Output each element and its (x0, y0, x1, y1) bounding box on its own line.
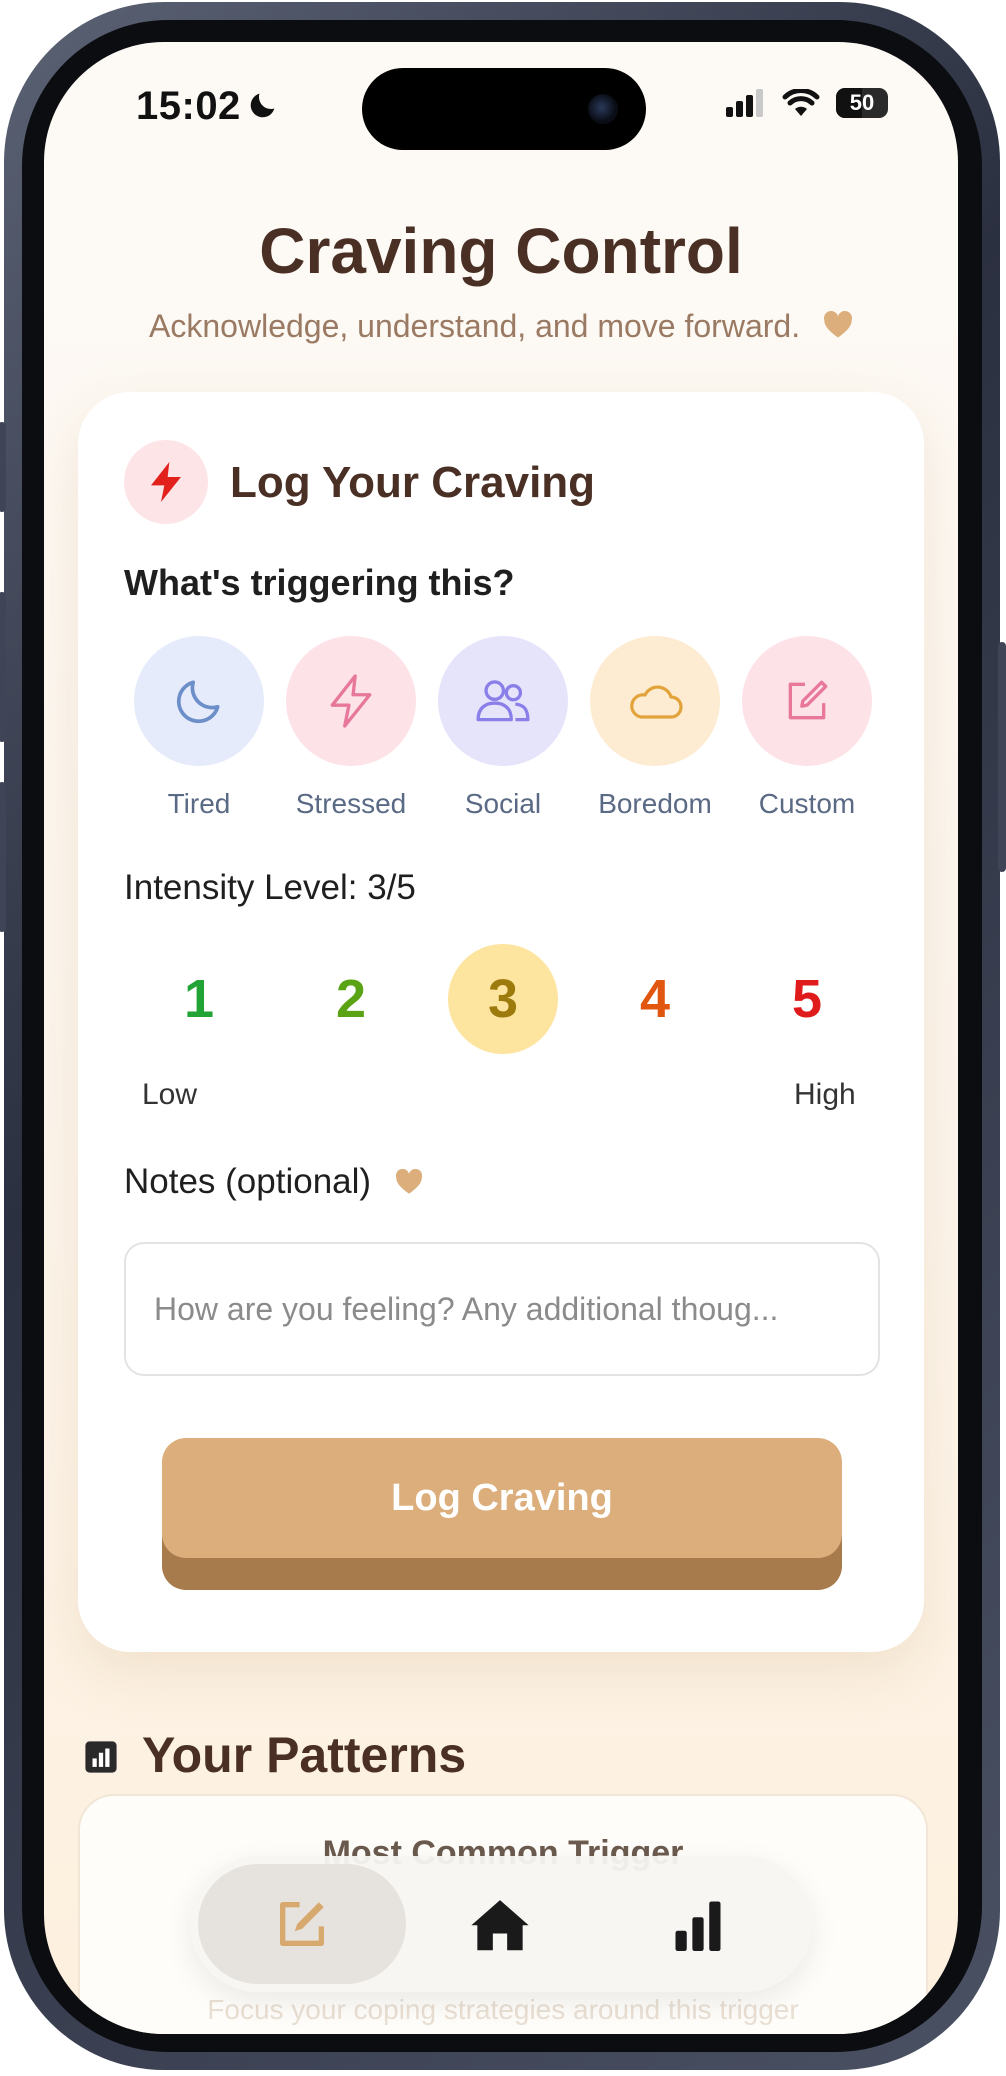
trigger-custom[interactable]: Custom (742, 636, 872, 820)
log-icon (280, 1902, 324, 1946)
cloud-icon (630, 685, 683, 719)
page-title: Craving Control (259, 215, 743, 287)
page-subtitle: Acknowledge, understand, and move forwar… (44, 308, 958, 345)
camera-icon (588, 94, 618, 124)
moon-icon (176, 680, 220, 724)
chart-icon (85, 1741, 117, 1773)
trigger-circle[interactable] (438, 636, 568, 766)
pattern-card-subtitle: Focus your coping strategies around this… (207, 1994, 799, 2025)
trigger-circle[interactable] (134, 636, 264, 766)
intensity-level-2[interactable]: 2 (296, 944, 406, 1054)
card-icon (124, 440, 208, 524)
trigger-label: Stressed (295, 788, 407, 819)
wifi-icon (782, 89, 820, 116)
trigger-boredom[interactable]: Boredom (590, 636, 720, 820)
heart-icon (823, 310, 852, 338)
battery-indicator: 50 (836, 88, 888, 118)
trigger-circle[interactable] (742, 636, 872, 766)
nav-stats[interactable] (666, 1892, 730, 1956)
trigger-stressed[interactable]: Stressed (286, 636, 416, 820)
intensity-level-3[interactable]: 3 (448, 944, 558, 1054)
trigger-question: What's triggering this? (124, 562, 515, 603)
trigger-label: Tired (167, 788, 231, 819)
notes-input[interactable] (124, 1242, 880, 1376)
dynamic-island (362, 68, 646, 150)
trigger-tired[interactable]: Tired (134, 636, 264, 820)
notes-label: Notes (optional) (124, 1162, 423, 1202)
battery-level: 50 (849, 90, 875, 115)
people-icon (476, 680, 530, 722)
card-title: Log Your Craving (230, 458, 596, 507)
trigger-label: Custom (758, 788, 856, 819)
lightning-icon (151, 462, 181, 502)
intensity-level-4[interactable]: 4 (600, 944, 710, 1054)
status-icons: 50 (726, 88, 888, 118)
signal-icon (726, 89, 763, 117)
home-icon (471, 1900, 529, 1951)
trigger-label: Boredom (598, 788, 712, 819)
nav-log[interactable] (270, 1892, 334, 1956)
intensity-label: Intensity Level: 3/5 (124, 868, 416, 907)
edit-icon (788, 680, 828, 720)
low-label: Low (142, 1078, 198, 1111)
trigger-social[interactable]: Social (438, 636, 568, 820)
trigger-label: Social (464, 788, 542, 819)
intensity-level-1[interactable]: 1 (144, 944, 254, 1054)
intensity-level-5[interactable]: 5 (752, 944, 862, 1054)
heart-icon (395, 1168, 422, 1194)
log-craving-card: Log Your Craving What's triggering this?… (78, 392, 924, 1652)
stats-icon (675, 1901, 721, 1951)
log-craving-button[interactable]: Log Craving (162, 1438, 842, 1558)
volume-down-button (0, 782, 6, 932)
lightning-icon (330, 674, 372, 728)
status-time: 15:02 (136, 84, 241, 128)
moon-icon (250, 93, 275, 118)
trigger-circle[interactable] (286, 636, 416, 766)
high-label: High (794, 1078, 856, 1111)
power-button (998, 642, 1006, 872)
nav-home[interactable] (468, 1892, 532, 1956)
notes-label-text: Notes (optional) (124, 1162, 372, 1201)
bottom-nav (190, 1856, 812, 1992)
volume-up-button (0, 592, 6, 742)
subtitle-text: Acknowledge, understand, and move forwar… (149, 308, 801, 344)
trigger-circle[interactable] (590, 636, 720, 766)
patterns-title: Your Patterns (142, 1727, 467, 1783)
screen: 15:02 50 Craving Control Acknowledge, un… (44, 42, 958, 2034)
action-button (0, 422, 6, 512)
